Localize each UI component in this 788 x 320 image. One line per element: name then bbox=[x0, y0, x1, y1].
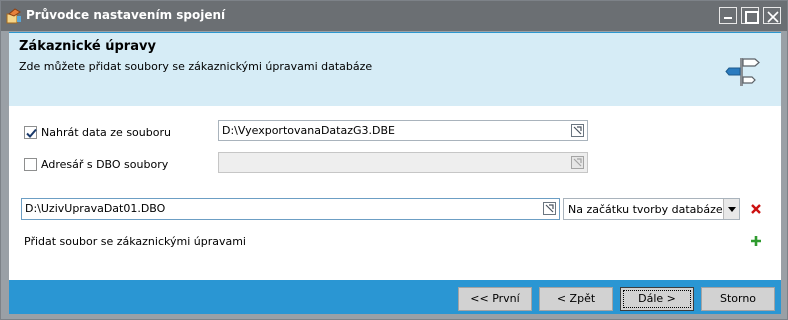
cancel-button[interactable]: Storno bbox=[701, 287, 775, 311]
load-file-path-field[interactable]: D:\VyexportovanaDatazG3.DBE bbox=[218, 120, 588, 141]
delete-x-icon[interactable] bbox=[750, 203, 762, 215]
timing-select[interactable]: Na začátku tvorby databáze bbox=[563, 198, 740, 220]
wizard-window: Průvodce nastavením spojení Zákaznické ú… bbox=[0, 0, 788, 320]
close-icon bbox=[767, 11, 779, 23]
wizard-header: Zákaznické úpravy Zde můžete přidat soub… bbox=[9, 32, 781, 106]
close-button[interactable] bbox=[763, 7, 781, 24]
load-file-path-value: D:\VyexportovanaDatazG3.DBE bbox=[222, 124, 395, 137]
custom-file-path-value: D:\UzivUpravaDat01.DBO bbox=[25, 202, 166, 215]
maximize-button[interactable] bbox=[741, 7, 759, 24]
custom-file-path-field[interactable]: D:\UzivUpravaDat01.DBO bbox=[21, 198, 560, 220]
browse-folder-icon[interactable] bbox=[570, 123, 585, 138]
checkmark-icon bbox=[26, 128, 37, 138]
dbo-folder-path-field bbox=[218, 152, 588, 173]
add-file-label[interactable]: Přidat soubor se zákaznickými úpravami bbox=[24, 235, 246, 248]
timing-select-value: Na začátku tvorby databáze bbox=[568, 203, 723, 216]
add-plus-icon[interactable] bbox=[750, 235, 762, 247]
page-title: Zákaznické úpravy bbox=[19, 39, 156, 54]
signpost-icon bbox=[725, 52, 761, 88]
window-title: Průvodce nastavením spojení bbox=[26, 8, 226, 22]
back-button[interactable]: < Zpět bbox=[539, 287, 613, 311]
dbo-folder-label[interactable]: Adresář s DBO soubory bbox=[41, 158, 168, 171]
browse-folder-icon[interactable] bbox=[542, 201, 557, 216]
title-bar[interactable]: Průvodce nastavením spojení bbox=[1, 1, 787, 31]
load-from-file-label[interactable]: Nahrát data ze souboru bbox=[41, 126, 171, 139]
page-subtitle: Zde můžete přidat soubory se zákaznickým… bbox=[19, 60, 373, 73]
minimize-button[interactable] bbox=[719, 7, 737, 24]
dbo-folder-checkbox[interactable] bbox=[24, 158, 37, 171]
browse-folder-icon bbox=[570, 155, 585, 170]
first-button[interactable]: << První bbox=[458, 287, 532, 311]
chevron-down-icon[interactable] bbox=[723, 199, 739, 219]
next-button[interactable]: Dále > bbox=[620, 287, 694, 311]
load-from-file-checkbox[interactable] bbox=[24, 126, 37, 139]
wizard-app-icon bbox=[6, 8, 22, 24]
